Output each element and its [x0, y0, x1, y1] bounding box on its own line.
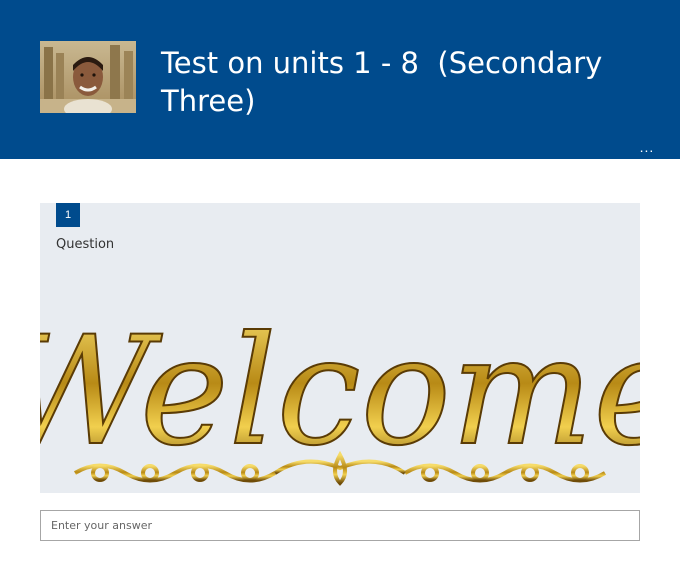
answer-input[interactable]	[40, 510, 640, 541]
question-card: 1 Question Welcome	[40, 203, 640, 493]
form-header: Test on units 1 - 8 (Secondary Three) ..…	[0, 0, 680, 159]
welcome-image: Welcome	[40, 304, 640, 486]
question-label: Question	[56, 237, 115, 252]
author-avatar	[40, 41, 136, 113]
question-number-badge: 1	[56, 203, 80, 227]
more-options-button[interactable]: ...	[634, 140, 660, 154]
avatar-photo	[40, 41, 136, 113]
form-title: Test on units 1 - 8 (Secondary Three)	[161, 46, 612, 118]
